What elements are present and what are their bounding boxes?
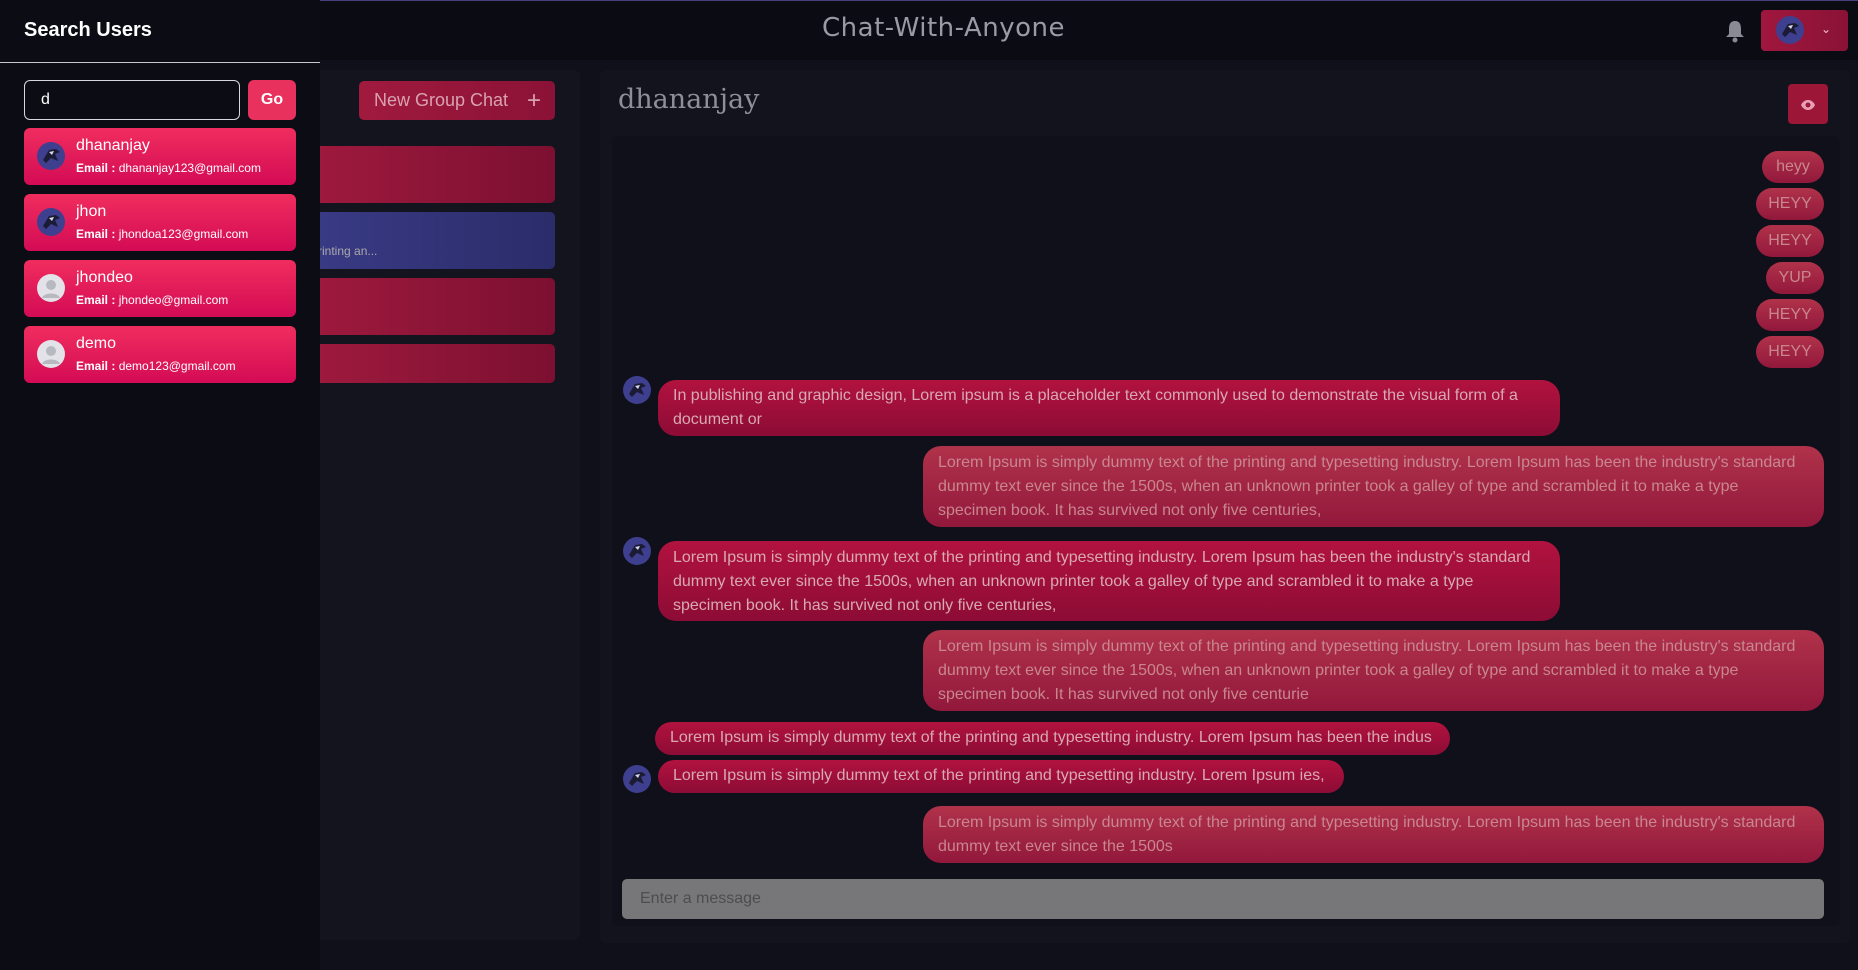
drawer-divider (0, 62, 320, 63)
user-result-item[interactable]: demo Email : demo123@gmail.com (24, 326, 296, 383)
message-bubble-sent: HEYY (1756, 225, 1824, 257)
message-bubble-sent: YUP (1766, 262, 1824, 294)
sender-avatar (622, 764, 652, 798)
search-users-drawer: Search Users Go dhananjay Email : dhanan… (0, 0, 320, 970)
go-button[interactable]: Go (248, 80, 296, 120)
chat-preview-text: rinting an... (318, 244, 378, 258)
message-bubble-sent: HEYY (1756, 299, 1824, 331)
view-profile-button[interactable] (1788, 84, 1828, 124)
user-name: jhon (76, 203, 107, 220)
email-value: demo123@gmail.com (118, 359, 236, 373)
search-input[interactable] (24, 80, 240, 120)
message-bubble-received: Lorem Ipsum is simply dummy text of the … (655, 722, 1450, 755)
chat-list-item-selected[interactable]: rinting an... (300, 212, 555, 269)
new-group-chat-button[interactable]: New Group Chat + (359, 81, 555, 120)
user-email: Email : jhondeo@gmail.com (76, 293, 228, 307)
email-value: jhondeo@gmail.com (118, 293, 229, 307)
chat-list-item[interactable] (300, 344, 555, 383)
message-bubble-sent: heyy (1762, 151, 1824, 183)
user-name: dhananjay (76, 137, 150, 154)
chevron-down-icon: ⌄ (1821, 22, 1832, 36)
user-name: demo (76, 335, 117, 352)
message-bubble-sent: HEYY (1756, 336, 1824, 368)
new-group-chat-label: New Group Chat (374, 90, 509, 110)
email-label: Email : (76, 227, 116, 241)
user-result-item[interactable]: jhon Email : jhondoa123@gmail.com (24, 194, 296, 251)
message-bubble-sent: Lorem Ipsum is simply dummy text of the … (923, 806, 1824, 863)
email-label: Email : (76, 359, 116, 373)
message-bubble-sent: Lorem Ipsum is simply dummy text of the … (923, 630, 1824, 711)
email-value: jhondoa123@gmail.com (118, 227, 249, 241)
message-bubble-sent: HEYY (1756, 188, 1824, 220)
eye-icon (1800, 97, 1816, 116)
message-bubble-received: Lorem Ipsum is simply dummy text of the … (658, 760, 1344, 793)
email-label: Email : (76, 293, 116, 307)
message-input[interactable] (622, 879, 1824, 919)
user-name: jhondeo (76, 269, 133, 286)
message-bubble-sent: Lorem Ipsum is simply dummy text of the … (923, 446, 1824, 527)
user-result-item[interactable]: dhananjay Email : dhananjay123@gmail.com (24, 128, 296, 185)
message-bubble-received: Lorem Ipsum is simply dummy text of the … (658, 541, 1560, 621)
message-bubble-received: In publishing and graphic design, Lorem … (658, 380, 1560, 436)
chat-list-item[interactable] (300, 146, 555, 203)
user-avatar (1775, 15, 1805, 49)
user-result-item[interactable]: jhondeo Email : jhondeo@gmail.com (24, 260, 296, 317)
drawer-title: Search Users (24, 19, 152, 41)
email-value: dhananjay123@gmail.com (118, 161, 261, 175)
user-email: Email : dhananjay123@gmail.com (76, 161, 261, 175)
bird-avatar-icon (36, 207, 66, 241)
notification-bell-icon[interactable] (1724, 19, 1746, 43)
email-label: Email : (76, 161, 116, 175)
plus-icon: + (526, 87, 541, 114)
user-email: Email : demo123@gmail.com (76, 359, 236, 373)
chat-title: dhananjay (618, 84, 760, 115)
sender-avatar (622, 536, 652, 570)
chat-list-item[interactable] (300, 278, 555, 335)
user-email: Email : jhondoa123@gmail.com (76, 227, 248, 241)
profile-menu-button[interactable]: ⌄ (1761, 10, 1848, 51)
default-avatar-icon (36, 339, 66, 373)
bird-avatar-icon (36, 141, 66, 175)
sender-avatar (622, 375, 652, 409)
default-avatar-icon (36, 273, 66, 307)
